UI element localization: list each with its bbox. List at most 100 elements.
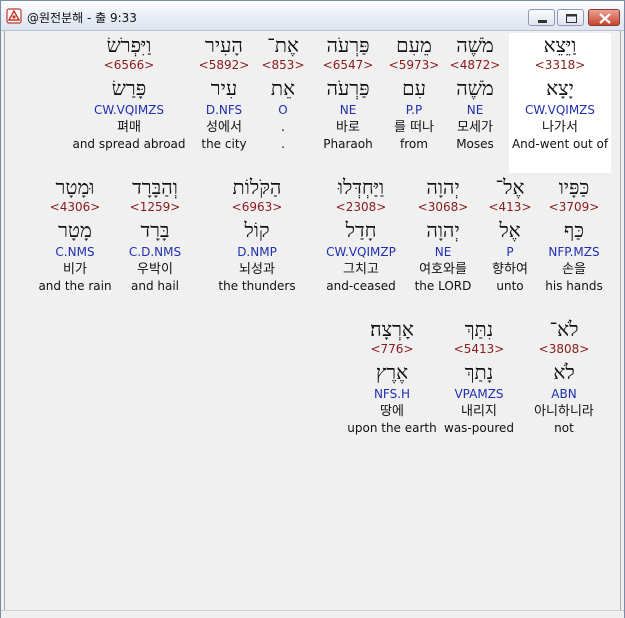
- word-cell[interactable]: כַּפָּיו <3709> כַּף NFP.MZS 손을 his hand…: [541, 175, 607, 315]
- word-cell[interactable]: אָרְצָה׃ <776> אֶרֶץ NFS.H 땅에 upon the e…: [345, 317, 439, 457]
- korean-gloss: 내리지: [461, 404, 497, 419]
- lexical-form: יְהוָה: [426, 218, 460, 242]
- korean-gloss: 손을: [562, 262, 586, 277]
- lexical-form: עִם: [402, 76, 426, 100]
- close-button[interactable]: [588, 9, 620, 26]
- hebrew-word: מֵעִם: [396, 33, 432, 57]
- strong-number: <3808>: [538, 342, 590, 356]
- lexical-form: אֶל: [499, 218, 521, 242]
- lexical-form: פַּרְעֹה: [326, 76, 370, 100]
- parsing-panel: וַיֵּצֵא <3318> יָצָא CW.VQIMZS 나가서 And-…: [4, 31, 621, 613]
- word-cell[interactable]: וַיֵּצֵא <3318> יָצָא CW.VQIMZS 나가서 And-…: [509, 33, 611, 173]
- word-cell[interactable]: וַיִּפְרֹשׂ <6566> פָּרַשׂ CW.VQIMZS 펴매 …: [71, 33, 187, 173]
- word-cell[interactable]: פַּרְעֹה <6547> פַּרְעֹה NE 바로 Pharaoh: [313, 33, 383, 173]
- korean-gloss: 성에서: [206, 120, 242, 135]
- korean-gloss: 여호와를: [419, 262, 467, 277]
- english-gloss: the LORD: [414, 279, 472, 293]
- word-cell[interactable]: הָעִיר <5892> עִיר D.NFS 성에서 the city: [191, 33, 257, 173]
- app-icon: [6, 8, 22, 24]
- window-bottom-border: [1, 610, 624, 618]
- lexical-form: נָתַךְ: [464, 360, 494, 384]
- title-bar[interactable]: @원전분해 - 출 9:33: [1, 1, 624, 31]
- english-gloss: was-poured: [444, 421, 514, 435]
- word-cell[interactable]: לֹא־ <3808> לֹא ABN 아니하니라 not: [519, 317, 609, 457]
- english-gloss: his hands: [545, 279, 603, 293]
- word-cell[interactable]: הַקֹּלוֹת <6963> קוֹל D.NMP 뇌성과 the thun…: [211, 175, 303, 315]
- lexical-form: פָּרַשׂ: [111, 76, 147, 100]
- english-gloss: unto: [496, 279, 524, 293]
- korean-gloss: .: [280, 120, 286, 135]
- hebrew-word: וַיִּפְרֹשׂ: [106, 33, 152, 57]
- lexical-form: לֹא: [553, 360, 575, 384]
- hebrew-word: לֹא־: [549, 317, 579, 341]
- lexical-form: קוֹל: [244, 218, 270, 242]
- word-cell[interactable]: יְהוָה <3068> יְהוָה NE 여호와를 the LORD: [407, 175, 479, 315]
- word-cell[interactable]: מֹשֶׁה <4872> מֹשֶׁה NE 모세가 Moses: [445, 33, 505, 173]
- strong-number: <3318>: [534, 58, 586, 72]
- strong-number: <413>: [488, 200, 532, 214]
- parsing-code: CW.VQIMZS: [93, 103, 165, 117]
- strong-number: <5973>: [388, 58, 440, 72]
- word-cell[interactable]: אֶת־ <853> אֵת O . .: [261, 33, 305, 173]
- strong-number: <3068>: [417, 200, 469, 214]
- english-gloss: And-went out of: [511, 137, 609, 151]
- maximize-button[interactable]: [557, 9, 584, 26]
- word-cell[interactable]: וַיַּחְדְּלוּ <2308> חָדַל CW.VQIMZP 그치고…: [319, 175, 403, 315]
- english-gloss: the city: [201, 137, 247, 151]
- strong-number: <6547>: [322, 58, 374, 72]
- strong-number: <776>: [370, 342, 414, 356]
- korean-gloss: 를 떠나: [393, 120, 434, 135]
- english-gloss: Pharaoh: [323, 137, 373, 151]
- strong-number: <2308>: [335, 200, 387, 214]
- korean-gloss: 나가서: [542, 120, 578, 135]
- lexical-form: מֹשֶׁה: [456, 76, 494, 100]
- hebrew-word: יְהוָה: [426, 175, 460, 199]
- english-gloss: and the rain: [38, 279, 112, 293]
- word-cell[interactable]: וְהַבָּרָד <1259> בָּרָד C.D.NMS 우박이 and…: [119, 175, 191, 315]
- parsing-code: CW.VQIMZP: [326, 245, 396, 259]
- parsing-code: C.NMS: [55, 245, 95, 259]
- hebrew-word: אֶל־: [495, 175, 525, 199]
- hebrew-word: וַיֵּצֵא: [543, 33, 577, 57]
- parsing-code: NE: [339, 103, 357, 117]
- minimize-icon: [538, 20, 547, 23]
- parsing-code: P: [506, 245, 514, 259]
- parsing-code: D.NMP: [237, 245, 277, 259]
- word-cell[interactable]: מֵעִם <5973> עִם P.P 를 떠나 from: [385, 33, 443, 173]
- strong-number: <3709>: [548, 200, 600, 214]
- word-cell[interactable]: נִתַּךְ <5413> נָתַךְ VPAMZS 내리지 was-pou…: [439, 317, 519, 457]
- hebrew-word: הָעִיר: [205, 33, 243, 57]
- korean-gloss: 땅에: [380, 404, 404, 419]
- english-gloss: not: [554, 421, 574, 435]
- strong-number: <4306>: [49, 200, 101, 214]
- korean-gloss: 그치고: [343, 262, 379, 277]
- korean-gloss: 우박이: [137, 262, 173, 277]
- close-icon: [599, 13, 611, 24]
- word-cell[interactable]: אֶל־ <413> אֶל P 향하여 unto: [483, 175, 537, 315]
- hebrew-word: כַּפָּיו: [558, 175, 590, 199]
- strong-number: <6566>: [103, 58, 155, 72]
- korean-gloss: 향하여: [492, 262, 528, 277]
- korean-gloss: 펴매: [117, 120, 141, 135]
- english-gloss: and hail: [130, 279, 180, 293]
- hebrew-word: אֶת־: [267, 33, 299, 57]
- korean-gloss: 비가: [63, 262, 87, 277]
- minimize-button[interactable]: [528, 9, 555, 26]
- window-title: @원전분해 - 출 9:33: [27, 11, 137, 25]
- parsing-code: C.D.NMS: [128, 245, 182, 259]
- strong-number: <1259>: [129, 200, 181, 214]
- parsing-code: ABN: [551, 387, 577, 401]
- parsing-code: D.NFS: [205, 103, 243, 117]
- hebrew-word: פַּרְעֹה: [326, 33, 370, 57]
- parsing-code: NFS.H: [373, 387, 411, 401]
- strong-number: <853>: [261, 58, 305, 72]
- word-cell[interactable]: וּמָטָר <4306> מָטָר C.NMS 비가 and the ra…: [37, 175, 113, 315]
- strong-number: <4872>: [449, 58, 501, 72]
- lexical-form: אֶרֶץ: [375, 360, 409, 384]
- parsing-code: VPAMZS: [454, 387, 504, 401]
- lexical-form: יָצָא: [546, 76, 574, 100]
- parsing-code: P.P: [405, 103, 423, 117]
- english-gloss: upon the earth: [347, 421, 437, 435]
- lexical-form: בָּרָד: [140, 218, 170, 242]
- lexical-form: כַּף: [563, 218, 585, 242]
